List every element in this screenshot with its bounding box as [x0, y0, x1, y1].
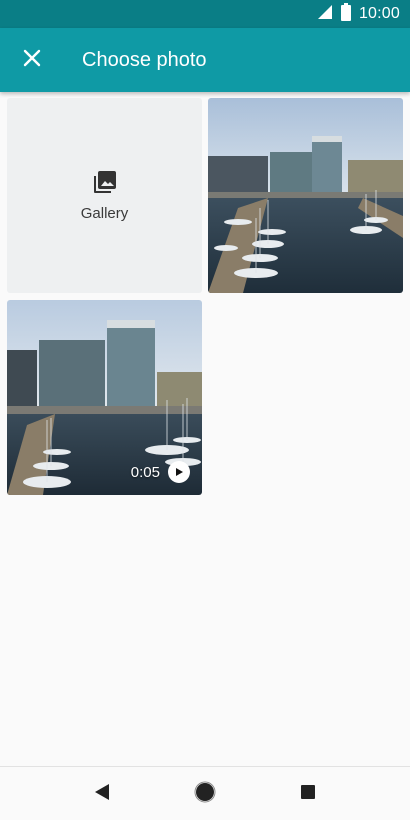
recents-button[interactable] — [294, 780, 322, 808]
app-bar: Choose photo — [0, 28, 410, 92]
photo-thumbnail[interactable] — [208, 98, 403, 293]
harbor-photo — [208, 98, 403, 293]
home-icon — [194, 781, 216, 808]
video-duration: 0:05 — [130, 463, 160, 481]
home-button[interactable] — [191, 780, 219, 808]
gallery-tile[interactable]: Gallery — [7, 98, 202, 293]
gallery-label: Gallery — [80, 204, 129, 222]
back-button[interactable] — [88, 780, 116, 808]
play-icon — [168, 461, 190, 483]
recents-icon — [300, 784, 316, 805]
close-button[interactable] — [12, 40, 52, 80]
signal-icon — [317, 4, 333, 25]
close-icon — [23, 49, 41, 72]
video-thumbnail[interactable]: 0:05 — [7, 300, 202, 495]
clock: 10:00 — [358, 5, 400, 22]
page-title: Choose photo — [82, 48, 207, 71]
back-icon — [94, 783, 110, 806]
video-overlay: 0:05 — [131, 461, 190, 483]
navigation-bar — [0, 766, 410, 820]
battery-icon — [340, 2, 351, 26]
status-bar: 10:00 — [0, 0, 410, 28]
photo-library-icon — [93, 170, 117, 199]
